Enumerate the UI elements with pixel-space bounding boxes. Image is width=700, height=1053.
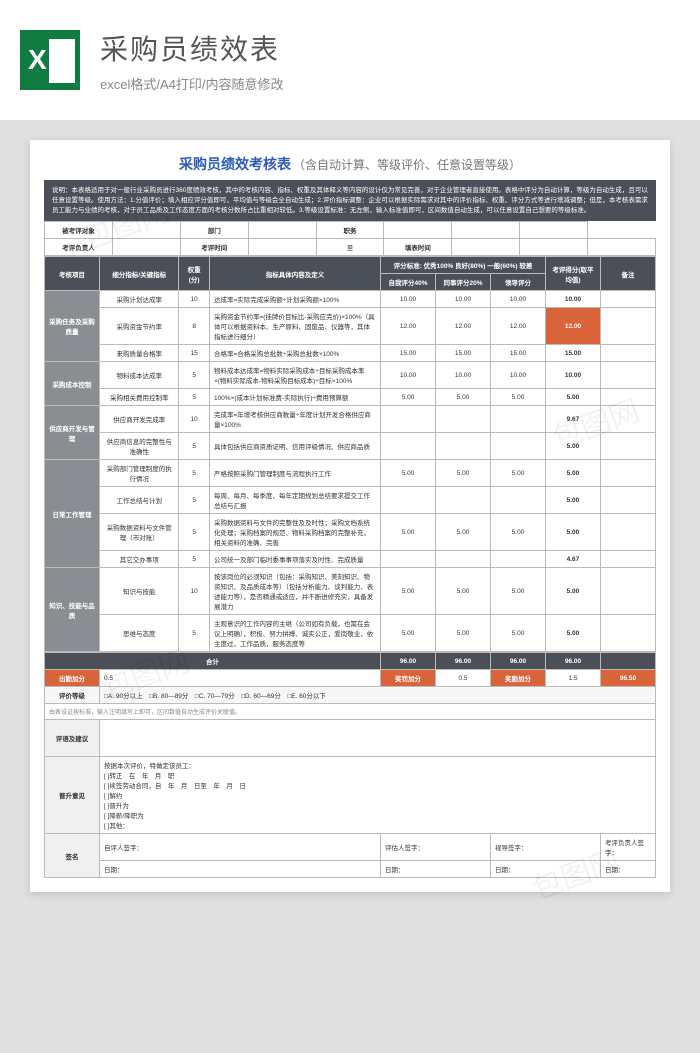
category-cell: 知识、技能与品质 [45, 568, 100, 652]
instructions: 说明：本表格适用于对一般行业采购员进行360度绩效考核，其中的考核内容、指标、权… [44, 180, 656, 221]
doc-title: 采购员绩效考核表 （含自动计算、等级评价、任意设置等级） [44, 154, 656, 174]
category-cell: 日常工作管理 [45, 460, 100, 568]
info-table: 被考评对象 部门 职务 综合得分 96.50 考评负责人 考评时间 至 填表时间… [44, 221, 656, 256]
document-page: 采购员绩效考核表 （含自动计算、等级评价、任意设置等级） 说明：本表格适用于对一… [30, 140, 670, 892]
main-table: 考核项目 细分指标/关键指标 权重(分) 指标具体内容及定义 评分标准: 优秀1… [44, 256, 656, 652]
excel-icon [20, 30, 80, 90]
sum-table: 合计 96.00 96.00 96.00 96.00 出勤加分 0.5 奖罚加分… [44, 652, 656, 878]
category-cell: 供应商开发与管理 [45, 406, 100, 460]
banner: 采购员绩效表 excel格式/A4打印/内容随意修改 [0, 0, 700, 120]
category-cell: 采购成本控制 [45, 362, 100, 406]
banner-title: 采购员绩效表 [100, 28, 680, 68]
category-cell: 采购任务及采购质量 [45, 291, 100, 362]
banner-subtitle: excel格式/A4打印/内容随意修改 [100, 74, 680, 93]
